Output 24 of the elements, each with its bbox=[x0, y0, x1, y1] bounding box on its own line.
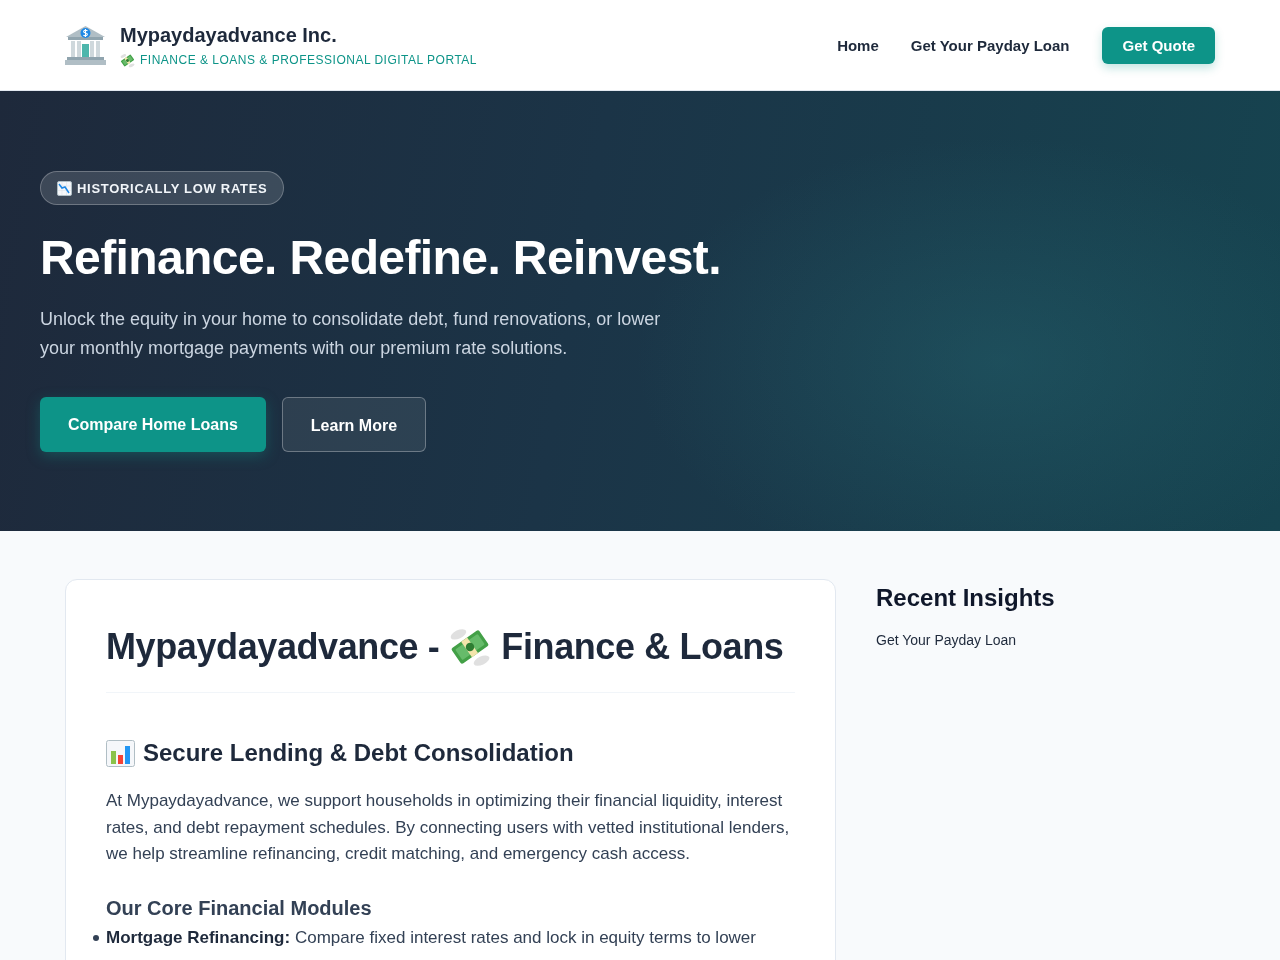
site-title: Mypaydayadvance Inc. bbox=[120, 23, 338, 48]
money-with-wings-icon bbox=[120, 52, 135, 68]
primary-button[interactable]: Compare Home Loans bbox=[40, 397, 266, 452]
nav-link[interactable]: Home bbox=[837, 36, 879, 54]
hero-text: Unlock the equity in your home to consolidate debt, fund renovations, or lower your monthly mortgage payments with our premium rate solutions. bbox=[40, 308, 662, 360]
badge-text: HISTORICALLY LOW RATES bbox=[77, 180, 268, 196]
bank-icon bbox=[65, 25, 106, 65]
site-tagline: FINANCE & LOANS & PROFESSIONAL DIGITAL PORTAL bbox=[140, 52, 478, 68]
get-quote-button[interactable]: Get Quote bbox=[1102, 26, 1215, 64]
subheading: Our Core Financial Modules bbox=[106, 895, 373, 921]
bullet-icon bbox=[93, 934, 99, 941]
article-title: Mypaydayadvance - bbox=[106, 625, 440, 669]
article-title: Finance & Loans bbox=[501, 625, 784, 669]
nav-link[interactable]: Get Your Payday Loan bbox=[910, 36, 1070, 54]
hero-title: Refinance. Redefine. Reinvest. bbox=[40, 231, 722, 285]
bar-chart-icon bbox=[106, 739, 135, 767]
money-with-wings-icon bbox=[449, 626, 492, 668]
chart-down-icon bbox=[57, 180, 72, 196]
list-item-text: Mortgage Refinancing: Compare fixed interest rates and lock in equity terms to lower bbox=[106, 926, 756, 949]
section-heading: Secure Lending & Debt Consolidation bbox=[143, 738, 574, 768]
sidebar-link[interactable]: Get Your Payday Loan bbox=[876, 630, 1017, 650]
secondary-button[interactable]: Learn More bbox=[281, 397, 427, 452]
article-paragraph: At Mypaydayadvance, we support households in optimizing their financial liquidity, interest rates, and debt repayment schedules. By connecting users with vetted institutional lenders, we help streamline refinancing, credit matching, and emergency cash access. bbox=[106, 790, 791, 865]
sidebar-title: Recent Insights bbox=[876, 583, 1056, 613]
